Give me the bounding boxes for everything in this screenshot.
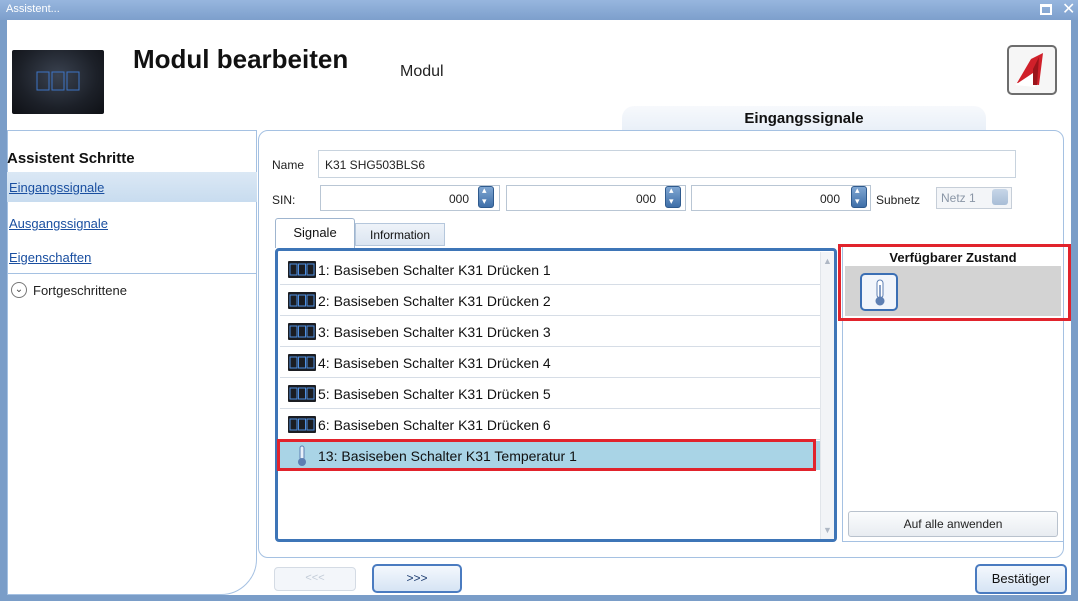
name-input[interactable]: K31 SHG503BLS6	[318, 150, 1016, 178]
signal-row[interactable]: 1: Basiseben Schalter K31 Drücken 1	[280, 254, 820, 285]
switch-module-icon	[288, 354, 316, 371]
current-step-label: Eingangssignale	[744, 110, 864, 127]
step-link-label: Eigenschaften	[9, 250, 92, 265]
sin-field-2[interactable]	[506, 185, 686, 211]
sin-value-1: 000	[449, 192, 470, 206]
signal-row[interactable]: 5: Basiseben Schalter K31 Drücken 5	[280, 378, 820, 409]
chevron-down-icon[interactable]: ⌄	[11, 282, 27, 298]
tab-label: Signale	[293, 225, 337, 240]
signal-label: 5: Basiseben Schalter K31 Drücken 5	[318, 386, 551, 402]
sin-field-1[interactable]	[320, 185, 500, 211]
switch-module-icon	[288, 385, 316, 402]
advanced-label: Fortgeschrittene	[33, 283, 127, 298]
maximize-icon[interactable]	[1040, 4, 1052, 15]
help-logo-icon	[1015, 53, 1043, 87]
switch-module-icon	[288, 416, 316, 433]
sin-field-3[interactable]	[691, 185, 871, 211]
signal-row[interactable]: 3: Basiseben Schalter K31 Drücken 3	[280, 316, 820, 347]
next-label: >>>	[406, 571, 428, 585]
selected-signal-highlight	[277, 439, 816, 471]
page-subtitle: Modul	[400, 63, 444, 80]
confirm-label: Bestätiger	[991, 571, 1051, 586]
switch-module-icon	[288, 292, 316, 309]
signal-row[interactable]: 2: Basiseben Schalter K31 Drücken 2	[280, 285, 820, 316]
scroll-down-icon[interactable]: ▼	[823, 525, 832, 535]
sin-spinner-3[interactable]	[851, 185, 867, 208]
step-link-label: Eingangssignale	[9, 180, 105, 195]
previous-label: <<<	[305, 572, 325, 584]
signal-label: 4: Basiseben Schalter K31 Drücken 4	[318, 355, 551, 371]
sin-value-3: 000	[820, 192, 841, 206]
scroll-up-icon[interactable]: ▲	[823, 256, 832, 266]
page-title: Modul bearbeiten	[133, 44, 349, 74]
tab-label: Information	[369, 228, 431, 242]
signal-label: 6: Basiseben Schalter K31 Drücken 6	[318, 417, 551, 433]
close-icon[interactable]: ✕	[1062, 0, 1075, 20]
subnet-label: Subnetz	[876, 193, 921, 207]
chevron-down-icon[interactable]	[992, 189, 1008, 205]
steps-divider	[7, 273, 257, 274]
sin-spinner-1[interactable]	[478, 185, 494, 208]
step-link-ausgangssignale[interactable]: Ausgangssignale	[7, 208, 257, 238]
switch-module-icon	[288, 323, 316, 340]
sin-spinner-2[interactable]	[665, 185, 681, 208]
sin-value-2: 000	[636, 192, 657, 206]
step-link-eingangssignale[interactable]: Eingangssignale	[7, 172, 257, 202]
signal-row[interactable]: 4: Basiseben Schalter K31 Drücken 4	[280, 347, 820, 378]
signal-label: 1: Basiseben Schalter K31 Drücken 1	[318, 262, 551, 278]
title-bar	[0, 0, 1078, 20]
available-states-highlight	[838, 244, 1071, 321]
name-label: Name	[272, 158, 305, 172]
step-link-label: Ausgangssignale	[9, 216, 109, 231]
window-title: Assistent...	[6, 3, 60, 15]
signal-label: 2: Basiseben Schalter K31 Drücken 2	[318, 293, 551, 309]
signal-row[interactable]: 6: Basiseben Schalter K31 Drücken 6	[280, 409, 820, 440]
switch-module-icon	[288, 261, 316, 278]
apply-all-label: Auf alle anwenden	[903, 517, 1003, 531]
steps-title: Assistent Schritte	[7, 150, 135, 167]
signal-label: 3: Basiseben Schalter K31 Drücken 3	[318, 324, 551, 340]
step-link-eigenschaften[interactable]: Eigenschaften	[7, 242, 257, 272]
sin-label: SIN:	[272, 193, 296, 207]
module-keypad-icon	[36, 71, 80, 91]
list-scrollbar[interactable]	[820, 252, 834, 539]
help-button[interactable]	[1007, 45, 1057, 95]
